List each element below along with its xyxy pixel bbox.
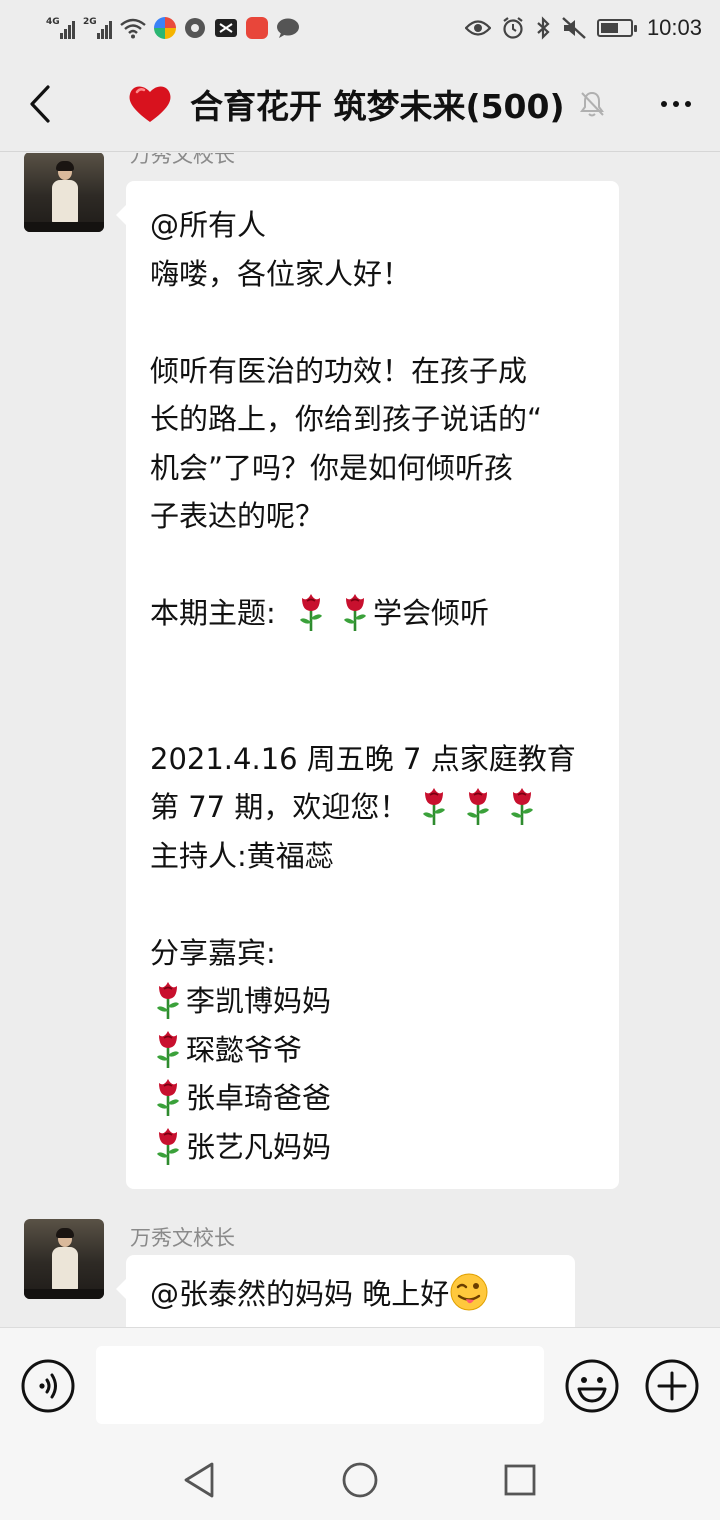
chevron-left-icon bbox=[30, 85, 50, 123]
message-line bbox=[150, 880, 597, 929]
status-left: 4G 2G bbox=[46, 14, 300, 42]
message-line: 2021.4.16 周五晚 7 点家庭教育 bbox=[150, 735, 597, 784]
signal-2g-icon: 2G bbox=[83, 17, 112, 39]
message-line: 机会”了吗？你是如何倾听孩 bbox=[150, 444, 597, 493]
message-text: @张泰然的妈妈 晚上好 bbox=[150, 1277, 450, 1311]
message-text: 张艺凡妈妈 bbox=[186, 1129, 332, 1164]
message-text: 长的路上，你给到孩子说话的“ bbox=[150, 402, 543, 436]
rose-icon bbox=[157, 1079, 179, 1116]
signal-4g-icon: 4G bbox=[46, 17, 75, 39]
message-line bbox=[150, 638, 597, 687]
message-line bbox=[150, 686, 597, 735]
eye-comfort-icon bbox=[464, 20, 491, 36]
message-text: 倾听有医治的功效！在孩子成 bbox=[150, 353, 528, 388]
message-text: 李凯博妈妈 bbox=[186, 984, 332, 1018]
sender-name: 万秀文校长 bbox=[130, 1226, 235, 1250]
avatar[interactable] bbox=[24, 1219, 104, 1299]
rose-icon bbox=[157, 982, 179, 1019]
status-right: 10:03 bbox=[464, 14, 702, 42]
back-button[interactable] bbox=[18, 80, 62, 128]
aperture-icon bbox=[185, 18, 205, 38]
muted-bell-icon bbox=[579, 91, 604, 117]
system-navigation-bar bbox=[0, 1440, 720, 1520]
message-line: @张泰然的妈妈 晚上好 bbox=[150, 1270, 553, 1319]
status-bar: 4G 2G 10:03 bbox=[0, 0, 720, 56]
message-text: 2021.4.16 周五晚 7 点家庭教育 bbox=[150, 741, 576, 776]
news-app-icon bbox=[246, 17, 268, 39]
rose-icon bbox=[157, 1030, 179, 1068]
group-name: 合育花开 筑梦未来(500) bbox=[190, 87, 565, 126]
network-type-label: 2G bbox=[83, 17, 97, 27]
voice-input-button[interactable] bbox=[20, 1358, 76, 1414]
message-text: 本期主题: bbox=[150, 596, 285, 630]
message-text: 主持人:黄福蕊 bbox=[150, 838, 334, 873]
message-line: 第 77 期，欢迎您！ bbox=[150, 783, 597, 832]
message-line bbox=[150, 541, 597, 590]
message-text: 子表达的呢？ bbox=[150, 499, 325, 533]
message-line: 本期主题: 学会倾听 bbox=[150, 589, 597, 638]
dot-icon bbox=[685, 101, 691, 107]
message-line: 李凯博妈妈 bbox=[150, 977, 597, 1026]
message-input[interactable] bbox=[96, 1346, 544, 1424]
message-text: 琛懿爷爷 bbox=[186, 1032, 303, 1067]
avatar[interactable] bbox=[24, 153, 104, 232]
nav-recents-button[interactable] bbox=[498, 1458, 542, 1502]
sender-name: 万秀文校长 bbox=[130, 153, 235, 167]
message-line: 子表达的呢？ bbox=[150, 492, 597, 541]
dot-icon bbox=[661, 101, 667, 107]
message-line bbox=[150, 298, 597, 347]
chat-bubble-icon bbox=[277, 18, 299, 38]
message-line: 长的路上，你给到孩子说话的“ bbox=[150, 395, 597, 444]
message-text: @所有人 bbox=[150, 208, 267, 242]
input-bar bbox=[0, 1327, 720, 1440]
message-line: 嗨喽，各位家人好！ bbox=[150, 250, 597, 299]
battery-icon bbox=[596, 19, 637, 37]
message-text: 机会”了吗？你是如何倾听孩 bbox=[150, 450, 514, 485]
message-line: 主持人:黄福蕊 bbox=[150, 832, 597, 881]
video-editor-icon bbox=[215, 19, 237, 37]
add-attachment-button[interactable] bbox=[644, 1358, 700, 1414]
message-list[interactable]: 万秀文校长 @所有人嗨喽，各位家人好！ 倾听有医治的功效！在孩子成 长的路上，你给到… bbox=[0, 153, 720, 1327]
message-text: 嗨喽，各位家人好！ bbox=[150, 256, 412, 291]
rose-icon bbox=[157, 1127, 179, 1165]
network-type-label: 4G bbox=[46, 17, 60, 27]
rose-icon bbox=[423, 788, 446, 825]
chat-title[interactable]: 合育花开 筑梦未来(500) bbox=[128, 80, 605, 128]
rose-icon bbox=[300, 594, 322, 631]
message-line: 张卓琦爸爸 bbox=[150, 1074, 597, 1123]
message-text: 分享嘉宾: bbox=[150, 935, 276, 970]
message-line: 分享嘉宾: bbox=[150, 929, 597, 978]
message-line: 倾听有医治的功效！在孩子成 bbox=[150, 347, 597, 396]
clock: 10:03 bbox=[646, 15, 702, 40]
message-text: 张卓琦爸爸 bbox=[186, 1081, 332, 1115]
message-line: @所有人 bbox=[150, 201, 597, 250]
nav-home-button[interactable] bbox=[338, 1458, 382, 1502]
rose-icon bbox=[344, 594, 366, 631]
message-text: 第 77 期，欢迎您！ bbox=[150, 790, 409, 824]
bluetooth-icon bbox=[537, 16, 550, 40]
alarm-icon bbox=[503, 17, 523, 39]
chat-header: 合育花开 筑梦未来(500) bbox=[0, 56, 720, 152]
message-line: 张艺凡妈妈 bbox=[150, 1123, 597, 1172]
emoji-button[interactable] bbox=[564, 1358, 620, 1414]
nav-back-button[interactable] bbox=[178, 1458, 222, 1502]
rose-icon bbox=[511, 788, 534, 825]
message-bubble[interactable]: @所有人嗨喽，各位家人好！ 倾听有医治的功效！在孩子成 长的路上，你给到孩子说话的“… bbox=[116, 181, 619, 1189]
dot-icon bbox=[673, 101, 679, 107]
message-bubble[interactable]: @张泰然的妈妈 晚上好 bbox=[116, 1255, 575, 1327]
winking-face-tongue-icon bbox=[450, 1273, 488, 1311]
red-heart-icon bbox=[129, 86, 171, 122]
message-text: 学会倾听 bbox=[373, 596, 490, 630]
app-notification-icon bbox=[154, 17, 176, 39]
mute-status-icon bbox=[562, 17, 586, 39]
more-options-button[interactable] bbox=[650, 80, 702, 128]
wifi-icon bbox=[120, 18, 146, 39]
message-line: 琛懿爷爷 bbox=[150, 1026, 597, 1075]
rose-icon bbox=[467, 788, 490, 825]
